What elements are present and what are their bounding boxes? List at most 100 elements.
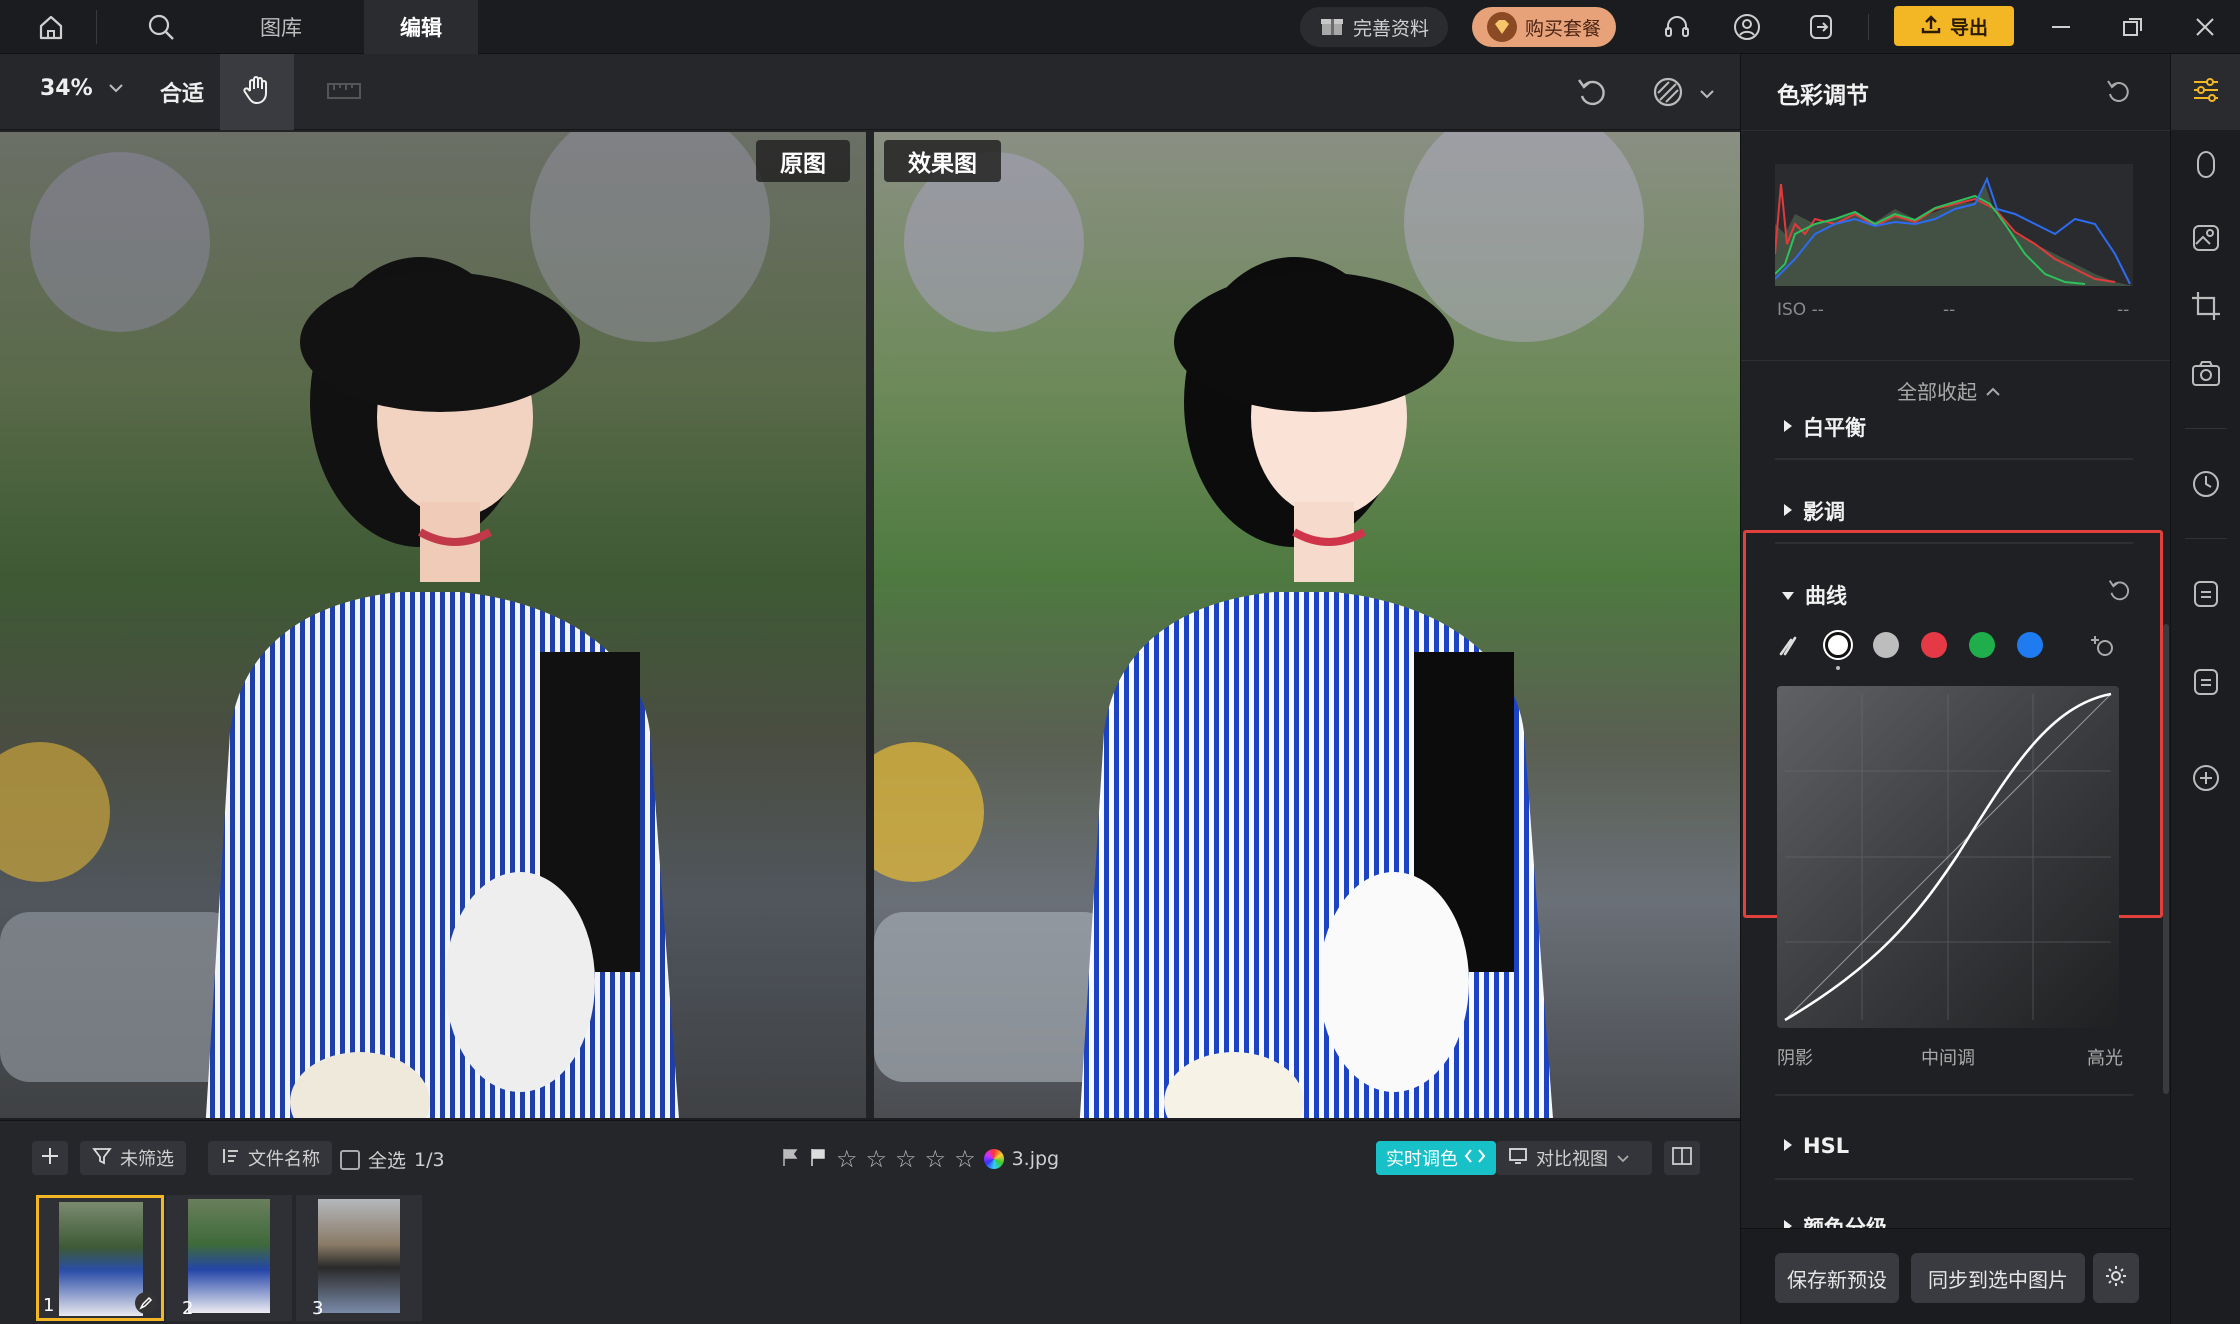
- restore-icon[interactable]: [2116, 10, 2150, 44]
- ruler-icon[interactable]: [326, 76, 362, 110]
- section-color-grading[interactable]: 颜色分级: [1783, 1212, 1887, 1228]
- caret-right-icon: [1783, 502, 1793, 521]
- preset-document-icon[interactable]: [2188, 576, 2224, 612]
- histogram-right-value: --: [2117, 300, 2130, 320]
- filter-icon: [92, 1146, 112, 1171]
- add-circle-icon[interactable]: [2188, 760, 2224, 796]
- logout-icon[interactable]: [1804, 10, 1838, 44]
- fit-button[interactable]: 合适: [160, 76, 204, 108]
- overlay-icon: [1650, 74, 1686, 114]
- close-icon[interactable]: [2188, 10, 2222, 44]
- search-icon[interactable]: [144, 10, 178, 44]
- hand-tool-button[interactable]: [220, 54, 294, 130]
- star-icon[interactable]: ☆: [925, 1145, 947, 1173]
- thumbnail-3[interactable]: 3: [296, 1195, 422, 1321]
- section-color-grading-clip: 颜色分级: [1741, 1180, 2171, 1228]
- color-label-icon[interactable]: [983, 1149, 1004, 1169]
- channel-green-dot[interactable]: [1969, 632, 1995, 658]
- result-image[interactable]: 效果图: [874, 132, 1740, 1118]
- eyedropper-icon[interactable]: [1777, 632, 1803, 662]
- channel-rgb-dot[interactable]: [1825, 632, 1851, 658]
- caret-right-icon: [1783, 1218, 1793, 1228]
- color-adjust-sliders-icon[interactable]: [2188, 72, 2224, 108]
- template-document-icon[interactable]: [2188, 664, 2224, 700]
- buy-package-button[interactable]: 购买套餐: [1472, 7, 1616, 47]
- camera-icon[interactable]: [2188, 356, 2224, 392]
- section-label: 曲线: [1805, 584, 1847, 608]
- section-hsl[interactable]: HSL: [1783, 1134, 1849, 1158]
- target-adjust-icon[interactable]: [2089, 632, 2117, 664]
- tool-rail: [2170, 54, 2240, 1324]
- compare-view-dropdown[interactable]: 对比视图: [1496, 1141, 1652, 1175]
- sort-button[interactable]: 文件名称: [208, 1141, 332, 1175]
- panel-scrollbar[interactable]: [2163, 624, 2169, 1094]
- curve-graph[interactable]: [1777, 686, 2119, 1028]
- thumbnail-image: [59, 1202, 143, 1316]
- gear-icon: [2104, 1264, 2128, 1292]
- zoom-dropdown[interactable]: 34%: [40, 76, 125, 101]
- thumbnail-2[interactable]: 2: [166, 1195, 292, 1321]
- add-button[interactable]: [32, 1141, 68, 1175]
- monitor-icon: [1508, 1146, 1528, 1171]
- channel-red-dot[interactable]: [1921, 632, 1947, 658]
- caret-right-icon: [1783, 418, 1793, 437]
- histogram-iso: ISO --: [1777, 300, 1824, 320]
- home-icon[interactable]: [34, 10, 68, 44]
- reset-icon[interactable]: [2103, 76, 2133, 110]
- export-button[interactable]: 导出: [1894, 6, 2014, 46]
- thumbnail-1[interactable]: 1: [36, 1195, 164, 1321]
- top-bar: 图库 编辑 完善资料 购买套餐 导出: [0, 0, 2240, 54]
- section-curve[interactable]: 曲线: [1781, 580, 1847, 610]
- chevron-down-icon: [1616, 1148, 1630, 1169]
- select-all-checkbox[interactable]: 全选 1/3: [340, 1146, 445, 1173]
- star-icon[interactable]: ☆: [895, 1145, 917, 1173]
- overlay-mode-dropdown[interactable]: [1650, 74, 1716, 114]
- settings-button[interactable]: [2093, 1253, 2139, 1303]
- panel-title: 色彩调节: [1777, 83, 1869, 109]
- retouch-face-icon[interactable]: [2188, 148, 2224, 184]
- history-clock-icon[interactable]: [2188, 466, 2224, 502]
- star-icon[interactable]: ☆: [866, 1145, 888, 1173]
- star-icon[interactable]: ☆: [954, 1145, 976, 1173]
- split-view-icon: [1671, 1146, 1693, 1171]
- user-icon[interactable]: [1730, 10, 1764, 44]
- collapse-all-label: 全部收起: [1897, 380, 1977, 404]
- selection-count: 1/3: [414, 1148, 445, 1171]
- flag-icon[interactable]: [780, 1146, 800, 1172]
- thumbnail-index: 2: [182, 1298, 194, 1319]
- panel-footer: 保存新预设 同步到选中图片: [1741, 1228, 2171, 1324]
- filter-label: 未筛选: [120, 1149, 174, 1170]
- original-label: 原图: [756, 140, 850, 182]
- thumbnail-image: [318, 1199, 400, 1313]
- filter-button[interactable]: 未筛选: [80, 1141, 186, 1175]
- reject-flag-icon[interactable]: [808, 1146, 828, 1172]
- save-preset-button[interactable]: 保存新预设: [1775, 1253, 1899, 1303]
- headset-icon[interactable]: [1660, 10, 1694, 44]
- zoom-value: 34%: [40, 76, 93, 101]
- channel-blue-dot[interactable]: [2017, 632, 2043, 658]
- undo-icon[interactable]: [1574, 74, 1610, 114]
- minimize-icon[interactable]: [2044, 10, 2078, 44]
- split-view-button[interactable]: [1664, 1141, 1700, 1175]
- tab-edit[interactable]: 编辑: [364, 0, 478, 54]
- section-white-balance[interactable]: 白平衡: [1783, 412, 1866, 442]
- realtime-toggle[interactable]: 实时调色: [1376, 1141, 1496, 1175]
- histogram-mid-value: --: [1943, 300, 1956, 320]
- upload-icon: [1920, 13, 1942, 40]
- thumbnail-index: 3: [312, 1298, 324, 1319]
- complete-profile-button[interactable]: 完善资料: [1300, 7, 1448, 47]
- tab-library[interactable]: 图库: [230, 0, 332, 54]
- section-tone[interactable]: 影调: [1783, 496, 1845, 526]
- image-adjust-icon[interactable]: [2188, 220, 2224, 256]
- section-label: 白平衡: [1803, 416, 1866, 440]
- channel-luminance-dot[interactable]: [1873, 632, 1899, 658]
- compare-view-label: 对比视图: [1536, 1149, 1608, 1170]
- collapse-all-button[interactable]: 全部收起: [1897, 376, 2001, 405]
- sync-button[interactable]: 同步到选中图片: [1911, 1253, 2085, 1303]
- complete-profile-label: 完善资料: [1352, 17, 1429, 40]
- original-image[interactable]: 原图: [0, 132, 866, 1118]
- curve-midtone-label: 中间调: [1921, 1048, 1975, 1069]
- star-icon[interactable]: ☆: [836, 1145, 858, 1173]
- curve-reset-icon[interactable]: [2105, 576, 2133, 608]
- crop-icon[interactable]: [2188, 288, 2224, 324]
